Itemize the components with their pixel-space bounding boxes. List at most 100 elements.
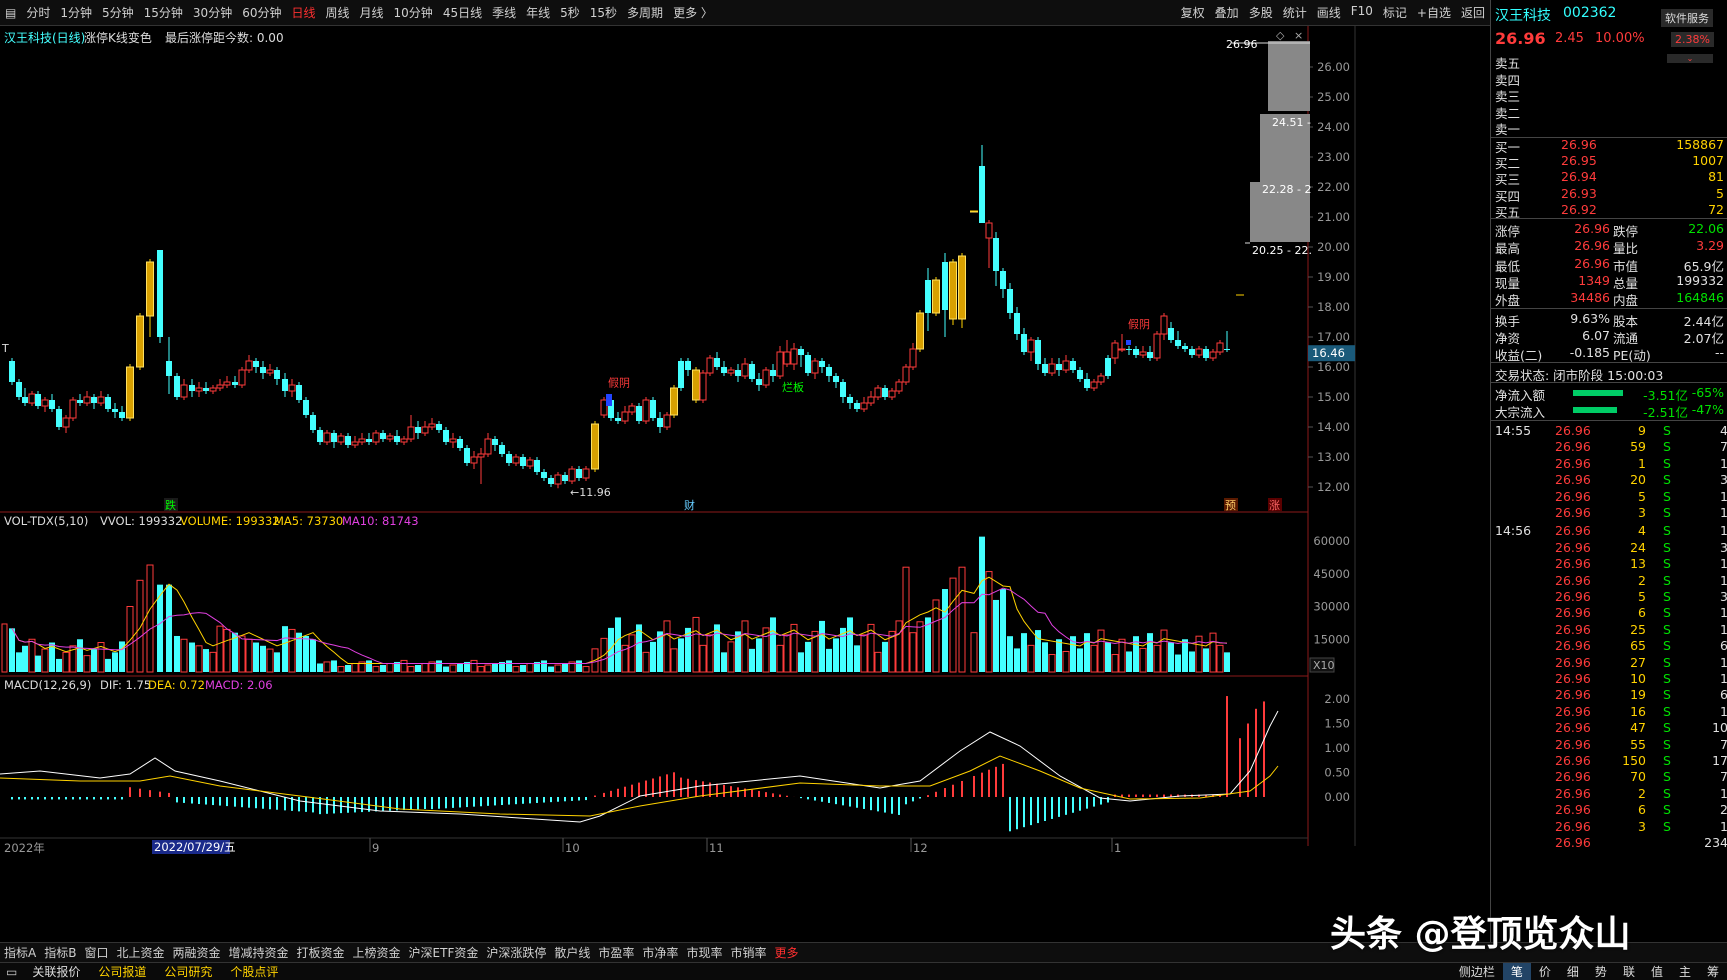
vol-bar-down [1224, 652, 1230, 672]
toolbar-action[interactable]: 多股 [1244, 4, 1278, 21]
vol-volume: VOLUME: 199332 [180, 514, 280, 528]
side-tab[interactable]: 细 [1559, 963, 1587, 980]
candle-up [1160, 315, 1168, 335]
toolbar-action[interactable]: 统计 [1278, 4, 1312, 21]
tick-row: 26.96 150 S 17 [1491, 752, 1727, 770]
period-tab[interactable]: 年线 [521, 4, 555, 21]
candle-down [721, 367, 727, 373]
vol-bar-down [1147, 633, 1153, 672]
candle-down [77, 400, 83, 403]
vol-bar-up [238, 635, 246, 673]
period-tab[interactable]: 更多 〉 [668, 4, 718, 21]
toolbar-action[interactable]: 返回 [1456, 4, 1490, 21]
candle-up [216, 384, 224, 389]
period-tab[interactable]: 5分钟 [97, 4, 139, 21]
close-icon[interactable]: × [1294, 29, 1303, 42]
period-tab[interactable]: 60分钟 [237, 4, 286, 21]
vol-bar-down [1077, 648, 1083, 672]
period-tab[interactable]: 日线 [286, 4, 320, 21]
side-tab[interactable]: 值 [1643, 963, 1671, 980]
candle-limit-up [136, 315, 144, 368]
indicator-tab[interactable]: 指标B [40, 944, 80, 961]
price-tick-label: 12.00 [1317, 480, 1350, 494]
indicator-name: 涨停K线变色 [84, 30, 152, 45]
toolbar-action[interactable]: F10 [1346, 4, 1378, 21]
period-tab[interactable]: 1分钟 [55, 4, 97, 21]
indicator-tab[interactable]: 沪深ETF资金 [405, 944, 483, 961]
side-tab[interactable]: 联 [1615, 963, 1643, 980]
candle-down [457, 439, 463, 448]
toolbar-action[interactable]: 复权 [1176, 4, 1210, 21]
macd-tick-label: 0.00 [1324, 790, 1350, 804]
candle-down [415, 427, 421, 433]
tick-side: S [1663, 423, 1671, 438]
info-link[interactable]: 公司报道 [89, 963, 155, 980]
candle-down [119, 412, 125, 418]
indicator-tab[interactable]: 市现率 [682, 944, 726, 961]
period-tab[interactable]: 10分钟 [389, 4, 438, 21]
indicator-tab[interactable]: 两融资金 [168, 944, 224, 961]
info-link[interactable]: 公司研究 [155, 963, 221, 980]
vol-bar-up [386, 662, 394, 673]
vol-bar-up [62, 651, 70, 673]
toolbar-action[interactable]: 标记 [1378, 4, 1412, 21]
indicator-tab[interactable]: 指标A [0, 944, 40, 961]
indicator-tab[interactable]: 更多 [770, 944, 802, 961]
candle-up [783, 351, 791, 365]
annotation-fall: 跌 [165, 498, 176, 512]
period-tab[interactable]: 多周期 [622, 4, 668, 21]
period-tab[interactable]: 季线 [487, 4, 521, 21]
tick-volume: 24 [1630, 539, 1646, 555]
toolbar-action[interactable]: 叠加 [1210, 4, 1244, 21]
indicator-tab[interactable]: 上榜资金 [349, 944, 405, 961]
side-tab[interactable]: 价 [1531, 963, 1559, 980]
chip-label: 20.25 - 22. [1252, 244, 1312, 257]
tick-volume: 19 [1630, 687, 1646, 703]
period-tab[interactable]: 15秒 [585, 4, 622, 21]
vol-bar-up [860, 634, 868, 673]
indicator-tab[interactable]: 市盈率 [594, 944, 638, 961]
candle-down [882, 388, 888, 397]
vol-bar-down [678, 638, 684, 672]
indicator-tab[interactable]: 窗口 [80, 944, 112, 961]
period-tab[interactable]: 5秒 [555, 4, 585, 21]
side-tab[interactable]: 笔 [1502, 963, 1531, 980]
indicator-tab[interactable]: 打板资金 [293, 944, 349, 961]
toolbar-action[interactable]: 画线 [1312, 4, 1346, 21]
side-tab[interactable]: 势 [1587, 963, 1615, 980]
period-tab[interactable]: 周线 [321, 4, 355, 21]
service-button[interactable]: 软件服务 [1661, 9, 1713, 27]
side-tab[interactable]: 筹 [1699, 963, 1727, 980]
period-tab[interactable]: 月线 [355, 4, 389, 21]
window-menu-icon[interactable]: ▤ [0, 6, 21, 20]
info-link[interactable]: 个股点评 [221, 963, 287, 980]
candle-limit-up [692, 369, 700, 401]
diamond-icon[interactable]: ◇ [1276, 29, 1285, 42]
month-label: 12 [913, 841, 928, 855]
indicator-tab[interactable]: 沪深涨跌停 [482, 944, 550, 961]
vol-bar-up [902, 566, 910, 673]
indicator-tab[interactable]: 市净率 [638, 944, 682, 961]
vol-bar-up [245, 638, 253, 673]
period-tab[interactable]: 15分钟 [139, 4, 188, 21]
indicator-tab[interactable]: 散户线 [550, 944, 594, 961]
candle-down [16, 382, 22, 397]
side-tab[interactable]: 主 [1671, 963, 1699, 980]
period-tab[interactable]: 45日线 [438, 4, 487, 21]
tick-price: 26.96 [1555, 423, 1591, 438]
period-tab[interactable]: 30分钟 [188, 4, 237, 21]
kline-chart-area[interactable]: 汉王科技(日线)涨停K线变色 最后涨停距今数: 0.00 ◇ × 26.00 25.00 2… [0, 26, 1490, 942]
candle-limit-up [146, 261, 154, 317]
period-tab[interactable]: 分时 [21, 4, 55, 21]
info-link[interactable]: 关联报价 [23, 963, 89, 980]
indicator-tab[interactable]: 北上资金 [112, 944, 168, 961]
toolbar-action[interactable]: +自选 [1412, 4, 1456, 21]
indicator-tab[interactable]: 增减持资金 [225, 944, 293, 961]
tick-count: 10 [1712, 720, 1727, 736]
menu-icon[interactable]: ▭ [0, 965, 23, 979]
candle-up [582, 468, 590, 479]
price-tick-label: 14.00 [1317, 420, 1350, 434]
indicator-tab[interactable]: 市销率 [726, 944, 770, 961]
side-tab[interactable]: 侧边栏 [1451, 963, 1503, 980]
tick-volume: 59 [1630, 439, 1646, 455]
